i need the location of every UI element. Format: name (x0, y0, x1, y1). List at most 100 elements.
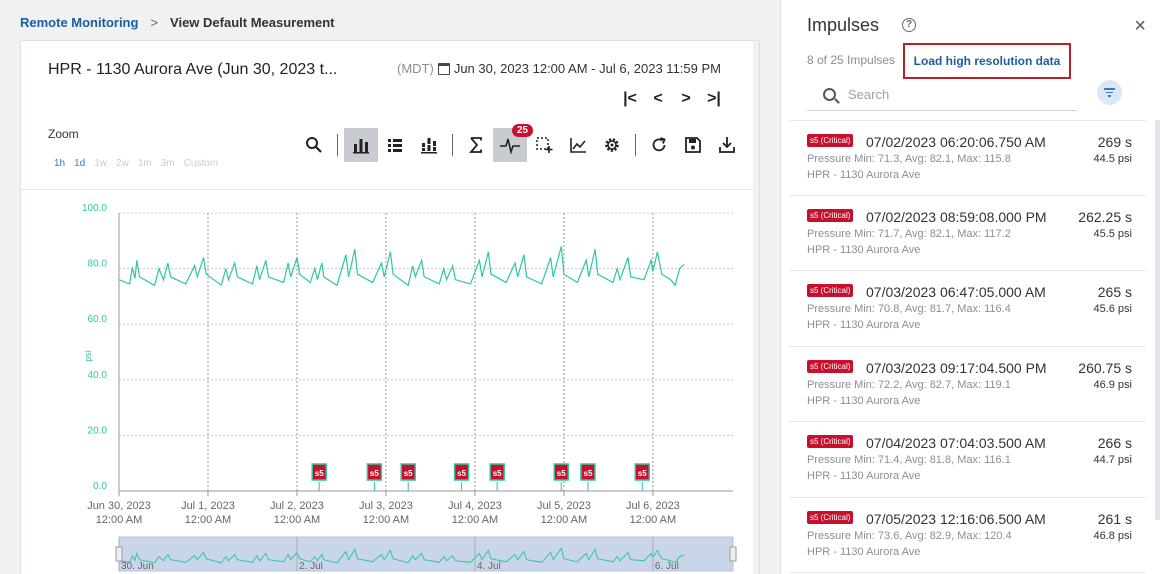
impulse-list-item[interactable]: s5 (Critical) 07/05/2023 12:16:06.500 AM 2… (789, 498, 1146, 573)
y-tick-label: 0.0 (93, 481, 107, 492)
impulse-psi: 45.6 psi (1093, 303, 1132, 315)
impulse-pressure-stats: Pressure Min: 71.3, Avg: 82.1, Max: 115.… (807, 153, 1011, 165)
zoom-2w[interactable]: 2w (116, 158, 129, 169)
y-axis-label: psi (83, 350, 93, 362)
zoom-1m[interactable]: 1m (138, 158, 152, 169)
next-page-button[interactable]: > (679, 90, 693, 108)
impulse-button[interactable]: 25 (493, 124, 533, 162)
download-button[interactable] (710, 128, 744, 162)
zoom-1d[interactable]: 1d (74, 158, 85, 169)
measurement-card: HPR - 1130 Aurora Ave (Jun 30, 2023 t...… (20, 40, 760, 574)
trend-button[interactable] (561, 128, 595, 162)
impulse-psi: 44.7 psi (1093, 454, 1132, 466)
navigator-label: 2. Jul (299, 561, 323, 572)
chevron-right-icon: > (150, 15, 159, 30)
filter-button[interactable] (1097, 80, 1122, 105)
impulse-location: HPR - 1130 Aurora Ave (807, 169, 921, 181)
x-tick-label-date: Jul 2, 2023 (270, 500, 324, 512)
toolbar-divider (337, 134, 338, 156)
bar-chart-button[interactable] (344, 128, 378, 162)
impulse-location: HPR - 1130 Aurora Ave (807, 319, 921, 331)
help-icon[interactable]: ? (902, 18, 916, 32)
impulse-psi: 44.5 psi (1093, 153, 1132, 165)
impulse-location: HPR - 1130 Aurora Ave (807, 545, 921, 558)
impulse-list-item[interactable]: s5 (Critical) 07/04/2023 07:04:03.500 AM 2… (789, 422, 1146, 498)
impulse-marker-label: s5 (557, 469, 566, 478)
search-box (807, 79, 1077, 111)
impulse-duration: 265 s (1097, 284, 1132, 300)
search-input[interactable] (848, 87, 1048, 102)
zoom-3m[interactable]: 3m (161, 158, 175, 169)
x-tick-label-date: Jul 5, 2023 (537, 500, 591, 512)
close-icon[interactable]: × (1134, 16, 1146, 36)
impulse-severity-tag: s5 (Critical) (807, 134, 854, 147)
settings-button[interactable] (595, 128, 629, 162)
list-scrollbar[interactable] (1155, 120, 1160, 520)
zoom-label: Zoom (48, 127, 79, 141)
impulse-marker-label: s5 (457, 469, 466, 478)
impulse-pressure-stats: Pressure Min: 72.2, Avg: 82.7, Max: 119.… (807, 378, 1011, 391)
breadcrumb-remote-monitoring[interactable]: Remote Monitoring (20, 15, 138, 30)
last-page-button[interactable]: >| (707, 90, 721, 108)
navigator-label: 30. Jun (121, 561, 154, 572)
impulse-location: HPR - 1130 Aurora Ave (807, 243, 921, 256)
x-tick-label-time: 12:00 AM (274, 514, 320, 526)
list-view-button[interactable] (378, 128, 412, 162)
select-region-button[interactable] (527, 128, 561, 162)
refresh-button[interactable] (642, 128, 676, 162)
x-tick-label-time: 12:00 AM (630, 514, 676, 526)
y-tick-label: 40.0 (88, 370, 108, 381)
filter-icon-line (1108, 95, 1111, 97)
navigator-label: 4. Jul (477, 561, 501, 572)
card-divider (21, 189, 759, 190)
stacked-bar-button[interactable] (412, 128, 446, 162)
toolbar-divider (452, 134, 453, 156)
impulse-timestamp: 07/04/2023 07:04:03.500 AM (866, 435, 1046, 451)
impulse-list-item[interactable]: s5 (Critical) 07/03/2023 06:47:05.000 AM 2… (789, 271, 1146, 347)
impulse-pressure-stats: Pressure Min: 70.8, Avg: 81.7, Max: 116.… (807, 303, 1011, 315)
navigator-handle-left (115, 546, 123, 562)
impulse-location: HPR - 1130 Aurora Ave (807, 470, 921, 482)
x-tick-label-time: 12:00 AM (452, 514, 498, 526)
measurement-title: HPR - 1130 Aurora Ave (Jun 30, 2023 t... (48, 61, 338, 78)
impulse-list-item[interactable]: s5 (Critical) 07/03/2023 09:17:04.500 PM 2… (789, 347, 1146, 422)
prev-page-button[interactable]: < (651, 90, 665, 108)
pressure-series-line (118, 246, 685, 287)
pressure-chart[interactable]: 100.0 80.0 60.0 40.0 20.0 0.0 psi Jun 30, 2023 1… (61, 201, 741, 574)
impulse-severity-tag: s5 (Critical) (807, 208, 854, 222)
zoom-1w[interactable]: 1w (94, 158, 107, 169)
search-icon (823, 88, 836, 101)
sum-button[interactable] (459, 128, 493, 162)
zoom-custom[interactable]: Custom (184, 158, 218, 169)
time-pager: |< < > >| (623, 90, 721, 108)
impulse-list: s5 (Critical) 07/02/2023 06:20:06.750 AM 2… (789, 120, 1146, 573)
save-button[interactable] (676, 128, 710, 162)
chart-toolbar: 25 (297, 124, 744, 162)
zoom-search-button[interactable] (297, 128, 331, 162)
panel-title: Impulses (807, 15, 880, 35)
sigma-icon (469, 137, 482, 153)
impulse-list-item[interactable]: s5 (Critical) 07/02/2023 08:59:08.000 PM 2… (789, 196, 1146, 271)
list-icon (388, 139, 402, 152)
line-chart-icon (570, 138, 586, 153)
first-page-button[interactable]: |< (623, 90, 637, 108)
date-range-text: Jun 30, 2023 12:00 AM - Jul 6, 2023 11:5… (453, 61, 721, 76)
impulses-panel: Impulses ? × 8 of 25 Impulses Load high … (780, 0, 1160, 574)
select-region-icon (536, 137, 553, 153)
impulse-timestamp: 07/05/2023 12:16:06.500 AM (866, 510, 1046, 527)
x-tick-label-date: Jul 1, 2023 (181, 500, 235, 512)
x-tick-label-time: 12:00 AM (185, 514, 231, 526)
impulse-marker-label: s5 (638, 469, 647, 478)
impulse-psi: 46.8 psi (1093, 529, 1132, 542)
zoom-1h[interactable]: 1h (54, 158, 65, 169)
load-high-res-button[interactable]: Load high resolution data (903, 43, 1071, 79)
date-range[interactable]: (MDT) Jun 30, 2023 12:00 AM - Jul 6, 202… (397, 61, 721, 76)
x-tick-label-date: Jun 30, 2023 (87, 500, 151, 512)
card-scrollbar[interactable] (753, 41, 759, 574)
download-icon (719, 137, 735, 153)
impulse-severity-tag: s5 (Critical) (807, 284, 854, 297)
search-icon (306, 137, 322, 153)
impulse-list-item[interactable]: s5 (Critical) 07/02/2023 06:20:06.750 AM 2… (789, 120, 1146, 196)
navigator-handle-right (729, 546, 737, 562)
impulse-marker-label: s5 (315, 469, 324, 478)
